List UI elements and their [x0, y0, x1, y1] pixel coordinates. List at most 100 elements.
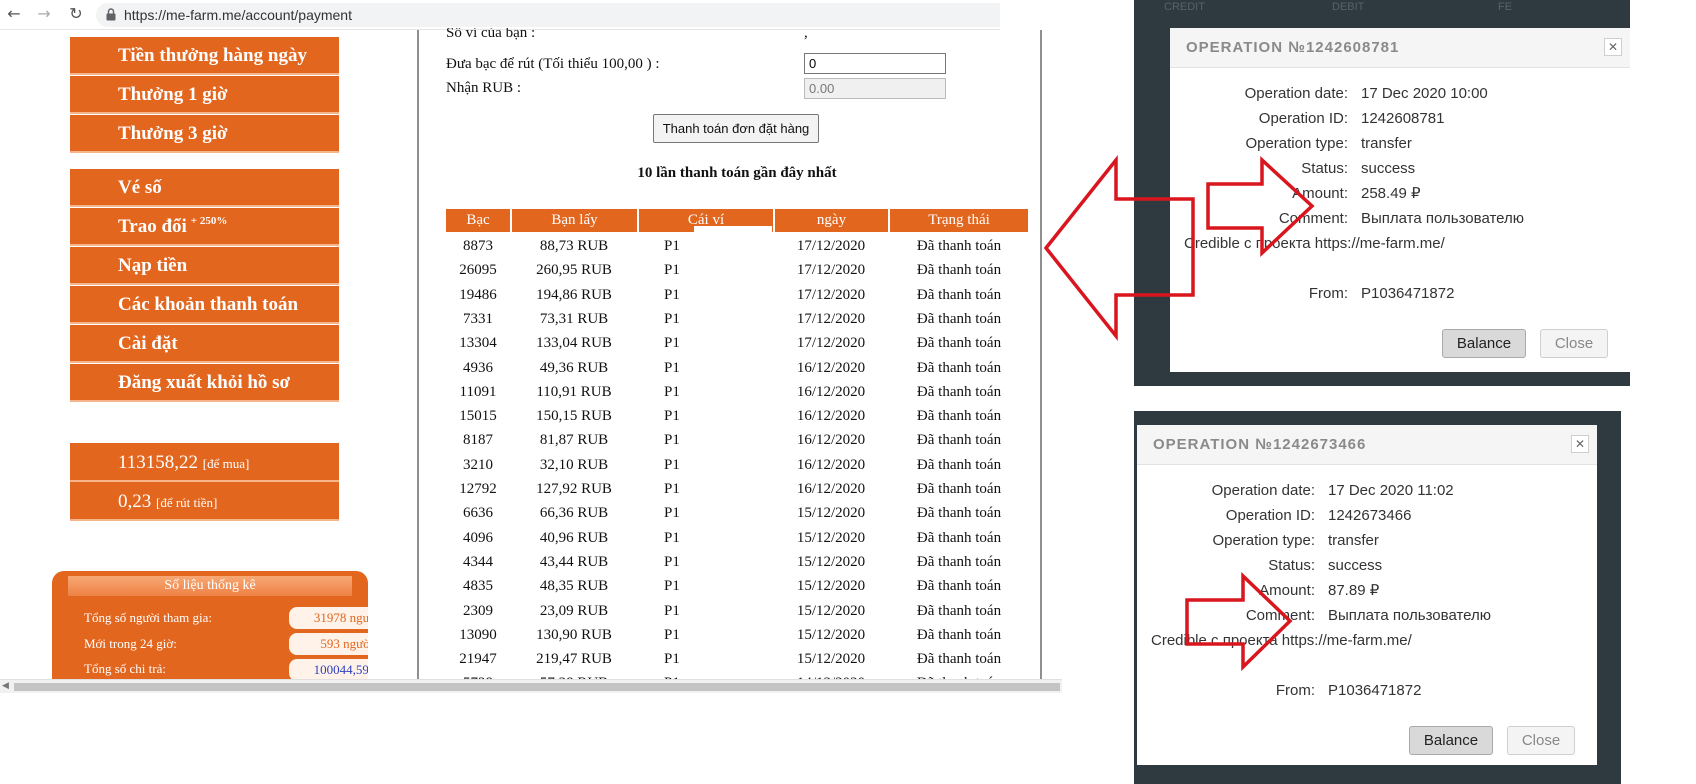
operation-amount: 258.49 ₽ [1361, 185, 1421, 202]
menu-label: Thưởng 3 giờ [118, 123, 228, 144]
field-label: Operation ID: [1258, 110, 1348, 127]
cell-status: Đã thanh toán [916, 238, 1002, 254]
operation-dialog-2: OPERATION №1242673466 ✕ Operation date: … [1137, 425, 1597, 765]
menu-exchange[interactable]: Trao đổi + 250% [70, 208, 339, 246]
cell-wallet: P1 [664, 408, 680, 425]
menu-logout[interactable]: Đăng xuất khỏi hồ sơ [70, 364, 339, 402]
stat-value: 593 người [289, 633, 368, 655]
balance-purchase: 113158,22 [để mua] [70, 443, 339, 482]
reload-icon[interactable]: ↻ [66, 4, 86, 24]
stat-label: Tổng số người tham gia: [84, 610, 213, 625]
stat-label: Mới trong 24 giờ: [84, 636, 177, 651]
cell-received: 194,86 RUB [536, 286, 612, 303]
cell-status: Đã thanh toán [916, 626, 1002, 643]
cell-wallet: P1 [664, 602, 680, 619]
balance-amount: 0,23 [118, 491, 152, 512]
cell-status: Đã thanh toán [916, 359, 1002, 376]
dialog-header: OPERATION №1242673466 ✕ [1137, 425, 1597, 465]
col-header-received: Bạn lấy [512, 209, 637, 232]
browser-toolbar: ← → ↻ https://me-farm.me/account/payment [0, 0, 1000, 30]
cell-received: 127,92 RUB [536, 481, 612, 497]
stat-value: 31978 người [289, 607, 368, 629]
menu-label: Vé số [118, 177, 162, 198]
cell-received: 219,47 RUB [536, 651, 612, 668]
menu-payments[interactable]: Các khoản thanh toán [70, 286, 339, 324]
operation-amount: 87.89 ₽ [1328, 582, 1380, 599]
cell-wallet: P1 [664, 651, 680, 668]
close-button[interactable]: Close [1507, 726, 1575, 755]
cell-status: Đã thanh toán [916, 578, 1002, 595]
back-icon[interactable]: ← [4, 4, 24, 24]
cell-received: 66,36 RUB [539, 505, 609, 522]
field-label: Operation ID: [1225, 507, 1315, 524]
cell-status: Đã thanh toán [916, 456, 1002, 473]
submit-payment-button[interactable]: Thanh toán đơn đặt hàng [653, 114, 819, 143]
cell-status: Đã thanh toán [916, 286, 1002, 303]
cell-status: Đã thanh toán [916, 553, 1002, 570]
cell-received: 133,04 RUB [536, 335, 612, 352]
cell-status: Đã thanh toán [916, 310, 1002, 327]
wallet-value-text: , [804, 28, 808, 41]
balance-button[interactable]: Balance [1409, 726, 1493, 755]
cell-wallet: P1 [664, 335, 680, 352]
receive-rub-field[interactable] [804, 78, 946, 99]
menu-hourly-bonus[interactable]: Thưởng 1 giờ [70, 76, 339, 114]
operation-from: P1036471872 [1361, 285, 1455, 302]
field-label: From: [1308, 285, 1348, 302]
cell-received: 48,35 RUB [539, 578, 609, 595]
stat-label: Tổng số chi trả: [84, 661, 166, 676]
close-button[interactable]: Close [1540, 329, 1608, 358]
cell-wallet: P1 [664, 626, 680, 643]
balance-note: [để rút tiền] [156, 495, 218, 510]
balance-button[interactable]: Balance [1442, 329, 1526, 358]
field-label: Operation type: [1212, 532, 1315, 549]
field-label: Operation date: [1244, 85, 1348, 102]
cell-wallet: P1 [664, 238, 680, 254]
operation-comment-continued: Credible с проекта https://me-farm.me/ [1184, 235, 1445, 252]
payments-table-title: 10 lần thanh toán gần đây nhất [637, 165, 837, 181]
balance-note: [để mua] [202, 456, 250, 471]
cell-received: 81,87 RUB [539, 432, 609, 449]
cell-status: Đã thanh toán [916, 651, 1002, 668]
menu-3h-bonus[interactable]: Thưởng 3 giờ [70, 115, 339, 153]
close-icon[interactable]: ✕ [1571, 435, 1589, 453]
forward-icon[interactable]: → [34, 4, 54, 24]
cell-status: Đã thanh toán [916, 529, 1002, 546]
menu-deposit[interactable]: Nạp tiền [70, 247, 339, 285]
cell-wallet: P1 [664, 286, 680, 303]
lock-icon [106, 8, 116, 21]
cell-wallet: P1 [664, 432, 680, 449]
wallet-value: , [804, 28, 808, 42]
balance-withdraw: 0,23 [để rút tiền] [70, 482, 339, 521]
menu-label: Tiền thưởng hàng ngày [118, 45, 307, 66]
withdraw-amount-input[interactable] [804, 53, 946, 74]
stat-value: 100044,59 ₽ [289, 659, 368, 679]
url-text: https://me-farm.me/account/payment [124, 7, 352, 23]
cell-status: Đã thanh toán [916, 335, 1002, 352]
withdraw-label: Đưa bạc để rút (Tối thiểu 100,00 ) : [446, 56, 660, 72]
menu-label: Cài đặt [118, 333, 178, 354]
scroll-left-icon[interactable]: ◀ [2, 681, 9, 691]
menu-daily-bonus[interactable]: Tiền thưởng hàng ngày [70, 37, 339, 75]
menu-label: Các khoản thanh toán [118, 294, 299, 315]
field-label: Comment: [1278, 210, 1348, 227]
cell-status: Đã thanh toán [916, 481, 1002, 497]
field-label: Status: [1268, 557, 1315, 574]
menu-lottery[interactable]: Vé số [70, 169, 339, 207]
field-label: Operation type: [1245, 135, 1348, 152]
cell-status: Đã thanh toán [916, 602, 1002, 619]
cell-received: 49,36 RUB [539, 359, 609, 376]
menu-settings[interactable]: Cài đặt [70, 325, 339, 363]
scrollbar-thumb[interactable] [14, 683, 1060, 691]
horizontal-scrollbar[interactable]: ◀ [0, 679, 1062, 693]
operation-status: success [1328, 557, 1383, 574]
balance-amount: 113158,22 [118, 452, 199, 473]
operation-comment: Выплата пользователю [1361, 210, 1525, 227]
cell-wallet: P1 [664, 383, 680, 400]
address-bar[interactable]: https://me-farm.me/account/payment [96, 3, 1000, 27]
cell-received: 32,10 RUB [539, 456, 609, 473]
close-icon[interactable]: ✕ [1604, 38, 1622, 56]
operation-from: P1036471872 [1328, 682, 1422, 699]
field-label: Amount: [1259, 582, 1315, 599]
operation-id: 1242608781 [1361, 110, 1445, 127]
